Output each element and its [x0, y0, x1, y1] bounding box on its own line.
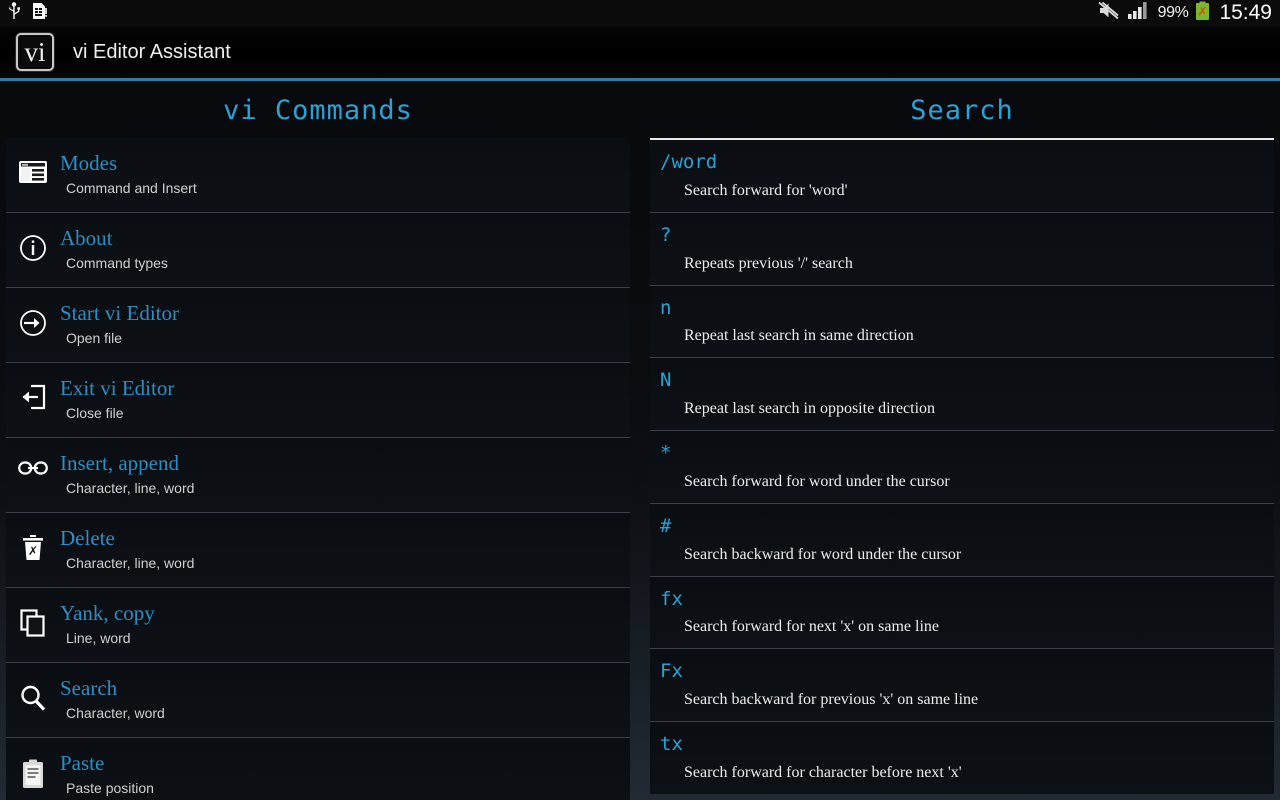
login-arrow-icon: [6, 302, 60, 337]
usb-icon: [6, 1, 22, 25]
command-description: Search forward for next 'x' on same line: [684, 618, 940, 636]
list-item-subtitle: Command and Insert: [66, 180, 197, 197]
command-key: /word: [660, 151, 718, 173]
list-item[interactable]: About Command types: [6, 213, 630, 289]
main-content: vi Commands Modes Command and Insert Abo…: [0, 81, 1280, 800]
command-description: Repeats previous '/' search: [684, 254, 853, 272]
status-bar: 99% ✗ 15:49: [0, 0, 1280, 26]
command-row[interactable]: tx Search forward for character before n…: [650, 722, 1274, 794]
app-logo-icon: vi: [16, 33, 54, 71]
command-row[interactable]: /word Search forward for 'word': [650, 140, 1274, 213]
info-circle-icon: [6, 227, 60, 262]
list-item-subtitle: Character, line, word: [66, 555, 195, 572]
list-item-title: Start vi Editor: [60, 301, 179, 326]
list-item-title: Delete: [60, 526, 115, 551]
command-description: Repeat last search in opposite direction: [684, 400, 936, 417]
list-item-text: Paste Paste position: [60, 752, 154, 796]
list-item-text: Exit vi Editor Close file: [60, 377, 174, 421]
command-key: *: [660, 442, 672, 464]
command-row[interactable]: ? Repeats previous '/' search: [650, 212, 1274, 286]
list-item-title: About: [60, 226, 113, 251]
list-item[interactable]: Modes Command and Insert: [6, 138, 630, 214]
vi-commands-pane-title: vi Commands: [223, 95, 413, 126]
list-item-title: Paste: [60, 751, 105, 776]
app-title: vi Editor Assistant: [73, 40, 231, 63]
window-panel-icon: [6, 152, 60, 185]
status-bar-left-icons: [6, 1, 47, 25]
list-item[interactable]: ✗ Delete Character, line, word: [6, 513, 630, 589]
command-row[interactable]: fx Search forward for next 'x' on same l…: [650, 576, 1274, 650]
list-item-text: Start vi Editor Open file: [60, 302, 179, 346]
command-description: Search forward for 'word': [684, 181, 848, 199]
list-item-text: Modes Command and Insert: [60, 152, 197, 196]
command-description: Search backward for previous 'x' on same…: [684, 691, 979, 708]
svg-text:✗: ✗: [1198, 4, 1208, 18]
command-description: Search forward for character before next…: [684, 763, 962, 781]
magnifier-icon: [6, 677, 60, 712]
battery-percent-label: 99%: [1157, 4, 1189, 21]
list-item[interactable]: Yank, copy Line, word: [6, 588, 630, 664]
list-item-subtitle: Line, word: [66, 630, 131, 647]
app-bar: vi vi Editor Assistant: [0, 26, 1280, 78]
clock-label: 15:49: [1219, 1, 1272, 24]
command-row[interactable]: * Search forward for word under the curs…: [650, 431, 1274, 504]
list-item[interactable]: Insert, append Character, line, word: [6, 438, 630, 514]
command-key: N: [660, 369, 672, 392]
command-row[interactable]: Fx Search backward for previous 'x' on s…: [650, 649, 1274, 722]
command-key: Fx: [660, 660, 683, 683]
list-item-title: Search: [60, 676, 118, 701]
list-item-text: About Command types: [60, 227, 168, 271]
command-key: tx: [660, 733, 683, 755]
command-key: n: [660, 296, 672, 319]
command-row[interactable]: N Repeat last search in opposite directi…: [650, 358, 1274, 431]
command-key: fx: [660, 587, 683, 610]
command-key: #: [660, 514, 672, 537]
list-item-title: Exit vi Editor: [60, 376, 175, 401]
list-item-text: Yank, copy Line, word: [60, 602, 155, 646]
svg-text:✗: ✗: [28, 544, 38, 558]
copy-pages-icon: [6, 602, 60, 637]
sim-card-alert-icon: [32, 2, 47, 25]
command-row[interactable]: n Repeat last search in same direction: [650, 285, 1274, 359]
volume-mute-icon: [1098, 1, 1120, 25]
list-item-subtitle: Character, line, word: [66, 480, 195, 497]
list-item-subtitle: Character, word: [66, 705, 165, 722]
list-item-title: Modes: [60, 151, 118, 175]
command-row[interactable]: # Search backward for word under the cur…: [650, 503, 1274, 577]
list-item[interactable]: Exit vi Editor Close file: [6, 363, 630, 439]
search-commands-list: /word Search forward for 'word' ? Repeat…: [644, 140, 1280, 800]
list-item-title: Insert, append: [60, 451, 179, 476]
list-item[interactable]: Paste Paste position: [6, 738, 630, 800]
search-pane-title: Search: [910, 95, 1014, 126]
link-chain-icon: [6, 452, 60, 477]
logout-arrow-icon: [6, 377, 60, 410]
list-item-text: Search Character, word: [60, 677, 165, 721]
list-item-title: Yank, copy: [60, 601, 155, 626]
status-bar-right: 99% ✗ 15:49: [1098, 1, 1272, 26]
list-item-subtitle: Open file: [66, 330, 123, 347]
vi-commands-list: Modes Command and Insert About Command t…: [0, 138, 636, 800]
list-item[interactable]: Start vi Editor Open file: [6, 288, 630, 364]
list-item-subtitle: Close file: [66, 405, 124, 422]
search-commands-pane: Search /word Search forward for 'word' ?…: [640, 81, 1280, 800]
command-key: ?: [660, 223, 672, 246]
command-description: Search backward for word under the curso…: [684, 545, 962, 563]
trash-delete-icon: ✗: [6, 527, 60, 562]
clipboard-icon: [6, 752, 60, 789]
vi-commands-pane: vi Commands Modes Command and Insert Abo…: [0, 81, 640, 800]
list-item-subtitle: Command types: [66, 255, 168, 272]
signal-bars-icon: [1127, 1, 1151, 25]
command-description: Search forward for word under the cursor: [684, 472, 950, 490]
list-item[interactable]: Search Character, word: [6, 663, 630, 739]
list-item-text: Insert, append Character, line, word: [60, 452, 194, 496]
battery-error-icon: ✗: [1195, 1, 1210, 26]
list-item-subtitle: Paste position: [66, 780, 154, 797]
list-item-text: Delete Character, line, word: [60, 527, 194, 571]
command-description: Repeat last search in same direction: [684, 327, 914, 345]
